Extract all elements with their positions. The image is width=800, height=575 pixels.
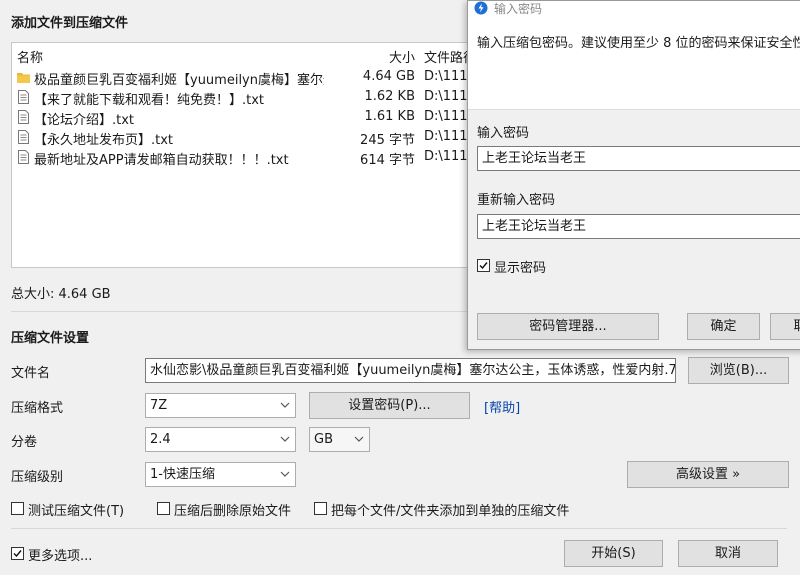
text-file-icon <box>18 110 29 124</box>
chevron-down-icon <box>354 436 364 442</box>
file-list[interactable]: 名称 大小 文件路径 极品童颜巨乳百变福利姬【yuumeilyn虞梅】塞尔达公主… <box>11 42 481 268</box>
more-options-label[interactable]: 更多选项... <box>28 545 92 564</box>
format-select[interactable]: 7Z <box>145 393 296 418</box>
password-label: 输入密码 <box>477 126 530 141</box>
dialog-cancel-button[interactable]: 取消 <box>770 313 800 340</box>
dialog-title: 输入密码 <box>494 2 543 16</box>
text-file-icon <box>18 90 29 104</box>
file-row[interactable]: 极品童颜巨乳百变福利姬【yuumeilyn虞梅】塞尔达公主 4.64 GB D:… <box>12 67 480 88</box>
set-password-button[interactable]: 设置密码(P)... <box>309 392 470 419</box>
app-logo-icon <box>474 1 488 15</box>
dialog-description: 输入压缩包密码。建议使用至少 8 位的密码来保证安全性 <box>477 36 800 51</box>
volume-unit-select[interactable]: GB <box>309 427 370 452</box>
checkmark-icon <box>479 262 488 270</box>
volume-combo[interactable]: 2.4 <box>145 427 296 452</box>
level-select-value: 1-快速压缩 <box>150 467 215 482</box>
test-archive-checkbox[interactable] <box>11 502 24 515</box>
section-title-add-files: 添加文件到压缩文件 <box>11 16 129 31</box>
show-password-label[interactable]: 显示密码 <box>494 257 546 276</box>
volume-label: 分卷 <box>11 435 38 450</box>
file-size: 1.62 KB <box>364 89 415 104</box>
file-name: 【永久地址发布页】.txt <box>34 133 174 148</box>
file-row[interactable]: 最新地址及APP请发邮箱自动获取！！！.txt 614 字节 D:\1111 <box>12 147 480 168</box>
level-select[interactable]: 1-快速压缩 <box>145 462 296 487</box>
confirm-password-label: 重新输入密码 <box>477 193 556 208</box>
file-size: 245 字节 <box>360 133 415 148</box>
start-button[interactable]: 开始(S) <box>564 540 663 567</box>
chevron-down-icon <box>280 436 290 442</box>
volume-unit-value: GB <box>314 432 333 447</box>
folder-icon <box>17 73 30 83</box>
dialog-ok-button[interactable]: 确定 <box>687 313 760 340</box>
divider <box>11 528 787 529</box>
column-header-size[interactable]: 大小 <box>328 47 415 66</box>
file-row[interactable]: 【论坛介绍】.txt 1.61 KB D:\1111 <box>12 107 480 128</box>
password-dialog: 输入密码 输入压缩包密码。建议使用至少 8 位的密码来保证安全性 输入密码 上老… <box>467 0 800 350</box>
file-name: 极品童颜巨乳百变福利姬【yuumeilyn虞梅】塞尔达公主 <box>34 73 324 88</box>
volume-combo-value: 2.4 <box>150 432 171 447</box>
dialog-titlebar[interactable]: 输入密码 <box>468 1 800 17</box>
checkmark-icon <box>13 550 22 558</box>
advanced-settings-button[interactable]: 高级设置 » <box>627 461 789 488</box>
delete-originals-checkbox[interactable] <box>157 502 170 515</box>
password-manager-button[interactable]: 密码管理器... <box>477 313 659 340</box>
separate-archives-label[interactable]: 把每个文件/文件夹添加到单独的压缩文件 <box>331 500 569 519</box>
cancel-button[interactable]: 取消 <box>678 540 778 567</box>
text-file-icon <box>18 130 29 144</box>
file-row[interactable]: 【永久地址发布页】.txt 245 字节 D:\1111 <box>12 127 480 148</box>
file-size: 614 字节 <box>360 153 415 168</box>
file-size: 1.61 KB <box>364 109 415 124</box>
filename-input[interactable]: 水仙恋影\极品童颜巨乳百变福利姬【yuumeilyn虞梅】塞尔达公主，玉体诱惑，… <box>145 358 676 383</box>
file-name: 最新地址及APP请发邮箱自动获取！！！.txt <box>34 153 289 168</box>
file-size: 4.64 GB <box>362 69 415 84</box>
browse-button[interactable]: 浏览(B)... <box>688 357 789 384</box>
filename-label: 文件名 <box>11 366 51 381</box>
format-label: 压缩格式 <box>11 401 64 416</box>
password-input[interactable]: 上老王论坛当老王 <box>477 146 800 171</box>
chevron-down-icon <box>280 402 290 408</box>
more-options-checkbox[interactable] <box>11 547 24 560</box>
file-name: 【来了就能下载和观看！纯免费！】.txt <box>34 93 265 108</box>
help-link[interactable]: [帮助] <box>484 397 520 416</box>
delete-originals-label[interactable]: 压缩后删除原始文件 <box>174 500 291 519</box>
show-password-checkbox[interactable] <box>477 259 490 272</box>
section-title-settings: 压缩文件设置 <box>11 331 90 346</box>
chevron-down-icon <box>280 471 290 477</box>
column-header-name[interactable]: 名称 <box>17 47 323 66</box>
file-row[interactable]: 【来了就能下载和观看！纯免费！】.txt 1.62 KB D:\1111 <box>12 87 480 108</box>
format-select-value: 7Z <box>150 398 168 413</box>
text-file-icon <box>18 150 29 164</box>
separate-archives-checkbox[interactable] <box>314 502 327 515</box>
total-size: 总大小: 4.64 GB <box>11 287 111 302</box>
level-label: 压缩级别 <box>11 470 64 485</box>
dialog-description-area: 输入压缩包密码。建议使用至少 8 位的密码来保证安全性 <box>468 17 800 110</box>
test-archive-label[interactable]: 测试压缩文件(T) <box>28 500 124 519</box>
confirm-password-input[interactable]: 上老王论坛当老王 <box>477 214 800 239</box>
file-name: 【论坛介绍】.txt <box>34 113 135 128</box>
file-list-header: 名称 大小 文件路径 <box>12 43 480 67</box>
